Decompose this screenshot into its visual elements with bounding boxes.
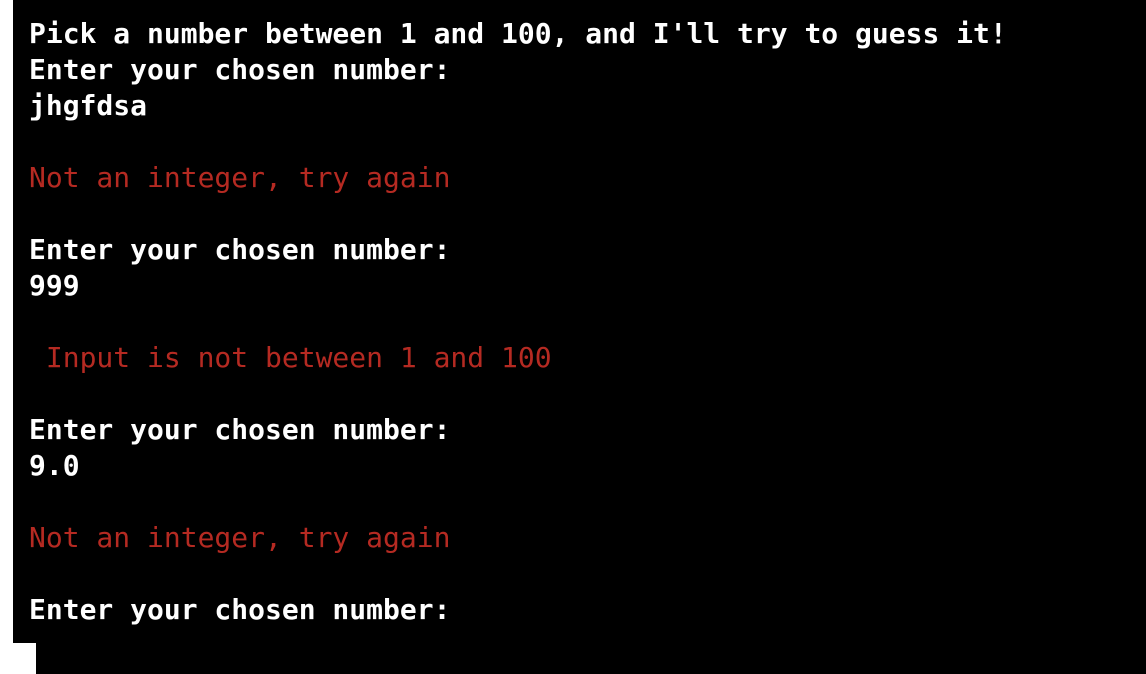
console-line-prompt: Enter your chosen number: [29,233,451,266]
console-line-error: Input is not between 1 and 100 [29,341,552,374]
console-line-prompt: Enter your chosen number: [29,53,451,86]
console-line-blank [29,304,1146,340]
console-line-user-input: 999 [29,269,80,302]
console-line-blank [29,556,1146,592]
console-line-error: Not an integer, try again [29,161,451,194]
console-line-blank [29,196,1146,232]
console-line-user-input: 9.0 [29,449,80,482]
console-line-prompt: Enter your chosen number: [29,593,451,626]
console-line-error: Not an integer, try again [29,521,451,554]
console-line-output: Pick a number between 1 and 100, and I'l… [29,17,1007,50]
terminal-screen: Pick a number between 1 and 100, and I'l… [0,0,1146,674]
console-line-blank [29,376,1146,412]
text-cursor [0,643,36,674]
console-text-buffer: Pick a number between 1 and 100, and I'l… [29,16,1146,628]
console-line-blank [29,484,1146,520]
console-line-prompt: Enter your chosen number: [29,413,451,446]
console-line-user-input: jhgfdsa [29,89,148,122]
console-line-blank [29,124,1146,160]
console-output-surface[interactable]: Pick a number between 1 and 100, and I'l… [13,0,1146,674]
